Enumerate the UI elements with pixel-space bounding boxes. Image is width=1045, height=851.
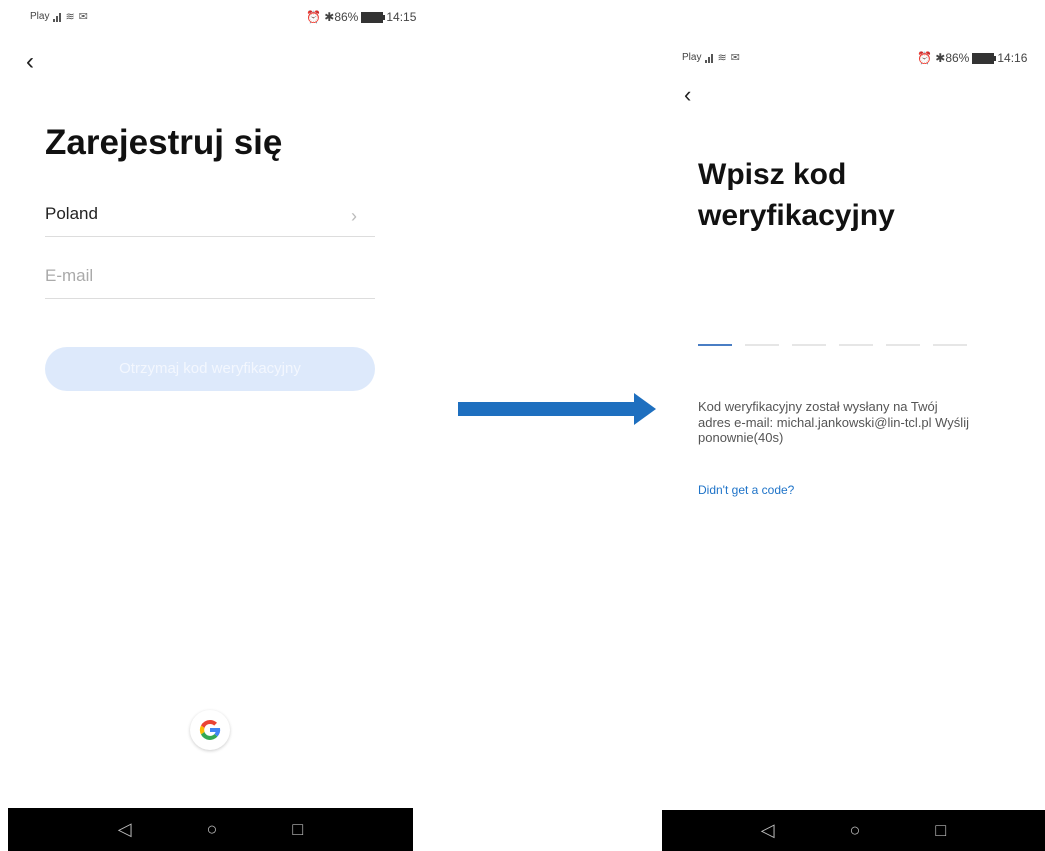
chevron-right-icon: › bbox=[351, 206, 357, 226]
email-field[interactable]: E-mail bbox=[45, 266, 375, 299]
code-slot[interactable] bbox=[745, 344, 779, 346]
wifi-icon: ≋ bbox=[65, 11, 75, 23]
google-icon bbox=[199, 719, 221, 740]
status-indicators: ⏰ ✱86% bbox=[917, 51, 970, 65]
code-slot[interactable] bbox=[839, 344, 873, 346]
signal-icon bbox=[53, 12, 62, 22]
mail-icon: ✉ bbox=[78, 11, 88, 23]
status-bar: Play ≋ ✉ ⏰ ✱86% 14:15 bbox=[30, 10, 420, 34]
verification-screen: Play ≋ ✉ ⏰ ✱86% 14:16 ‹ Wpisz kod weryfi… bbox=[660, 0, 1045, 851]
battery-icon bbox=[972, 52, 997, 64]
code-slot[interactable] bbox=[792, 344, 826, 346]
mail-icon: ✉ bbox=[730, 52, 740, 64]
status-bar: Play ≋ ✉ ⏰ ✱86% 14:16 bbox=[682, 51, 1045, 75]
nav-recents-icon[interactable]: □ bbox=[935, 820, 946, 841]
battery-icon bbox=[361, 11, 386, 23]
page-title: Zarejestruj się bbox=[45, 123, 283, 162]
wifi-icon: ≋ bbox=[717, 52, 727, 64]
email-placeholder: E-mail bbox=[45, 266, 94, 285]
code-slot[interactable] bbox=[698, 344, 732, 346]
carrier-label: Play bbox=[30, 11, 50, 22]
title-line-1: Wpisz kod bbox=[698, 158, 847, 191]
back-chevron-icon[interactable]: ‹ bbox=[26, 50, 34, 74]
info-line-1: Kod weryfikacyjny został wysłany na Twój bbox=[698, 399, 938, 414]
nav-back-icon[interactable]: ◁ bbox=[761, 820, 775, 841]
register-screen: Play ≋ ✉ ⏰ ✱86% 14:15 ‹ Zarejestruj się … bbox=[0, 0, 420, 851]
country-selector[interactable]: Poland › bbox=[45, 204, 375, 237]
page-title: Wpisz kod weryfikacyjny bbox=[698, 155, 895, 236]
info-line-2: adres e-mail: michal.jankowski@lin-tcl.p… bbox=[698, 414, 969, 430]
carrier-label: Play bbox=[682, 52, 702, 63]
status-time: 14:15 bbox=[386, 10, 417, 24]
info-text: Kod weryfikacyjny został wysłany na Twój… bbox=[698, 399, 1038, 446]
didnt-get-code-link[interactable]: Didn't get a code? bbox=[698, 483, 794, 497]
android-nav-bar: ◁ ○ □ bbox=[662, 810, 1045, 851]
country-value: Poland bbox=[45, 204, 98, 223]
code-slot[interactable] bbox=[933, 344, 967, 346]
android-nav-bar: ◁ ○ □ bbox=[8, 808, 413, 851]
status-time: 14:16 bbox=[997, 51, 1028, 65]
google-login-icon[interactable] bbox=[190, 710, 230, 750]
flow-arrow-icon bbox=[458, 393, 656, 425]
get-verification-code-button[interactable]: Otrzymaj kod weryfikacyjny bbox=[45, 347, 375, 391]
nav-back-icon[interactable]: ◁ bbox=[118, 819, 132, 840]
info-line-3: ponownie(40s) bbox=[698, 430, 784, 446]
nav-home-icon[interactable]: ○ bbox=[850, 820, 861, 841]
signal-icon bbox=[705, 53, 714, 63]
status-indicators: ⏰ ✱86% bbox=[306, 10, 359, 24]
title-line-2: weryfikacyjny bbox=[698, 198, 895, 232]
verification-code-input[interactable] bbox=[698, 344, 967, 346]
back-chevron-icon[interactable]: ‹ bbox=[684, 84, 691, 106]
code-slot[interactable] bbox=[886, 344, 920, 346]
nav-home-icon[interactable]: ○ bbox=[207, 819, 218, 840]
nav-recents-icon[interactable]: □ bbox=[292, 819, 303, 840]
